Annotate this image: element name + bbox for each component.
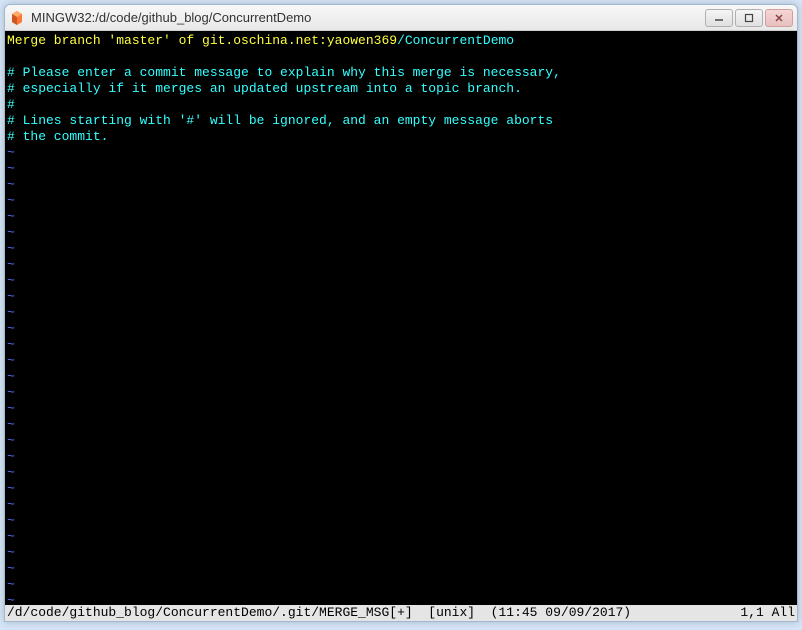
comment-line: # bbox=[7, 97, 795, 113]
tilde-line: ~ bbox=[7, 417, 795, 433]
blank-line bbox=[7, 49, 795, 65]
comment-line: # Please enter a commit message to expla… bbox=[7, 65, 795, 81]
tilde-line: ~ bbox=[7, 401, 795, 417]
tilde-line: ~ bbox=[7, 161, 795, 177]
close-icon bbox=[774, 13, 784, 23]
status-position: 1,1 All bbox=[740, 605, 795, 621]
tilde-line: ~ bbox=[7, 385, 795, 401]
tilde-line: ~ bbox=[7, 321, 795, 337]
terminal-window: MINGW32:/d/code/github_blog/ConcurrentDe… bbox=[4, 4, 798, 622]
merge-branch-path: /ConcurrentDemo bbox=[397, 33, 514, 49]
tilde-line: ~ bbox=[7, 577, 795, 593]
window-title: MINGW32:/d/code/github_blog/ConcurrentDe… bbox=[31, 10, 705, 25]
tilde-line: ~ bbox=[7, 561, 795, 577]
merge-branch-text: Merge branch 'master' of git.oschina.net… bbox=[7, 33, 397, 49]
tilde-line: ~ bbox=[7, 337, 795, 353]
terminal-body[interactable]: Merge branch 'master' of git.oschina.net… bbox=[5, 31, 797, 621]
empty-lines: ~~~~~~~~~~~~~~~~~~~~~~~~~~~~~~~~~ bbox=[7, 145, 795, 605]
tilde-line: ~ bbox=[7, 145, 795, 161]
editor-content[interactable]: Merge branch 'master' of git.oschina.net… bbox=[5, 31, 797, 605]
comment-line: # especially if it merges an updated ups… bbox=[7, 81, 795, 97]
tilde-line: ~ bbox=[7, 529, 795, 545]
tilde-line: ~ bbox=[7, 545, 795, 561]
comment-line: # the commit. bbox=[7, 129, 795, 145]
tilde-line: ~ bbox=[7, 433, 795, 449]
merge-message-line: Merge branch 'master' of git.oschina.net… bbox=[7, 33, 795, 49]
window-controls bbox=[705, 9, 793, 27]
tilde-line: ~ bbox=[7, 481, 795, 497]
tilde-line: ~ bbox=[7, 513, 795, 529]
tilde-line: ~ bbox=[7, 593, 795, 605]
tilde-line: ~ bbox=[7, 241, 795, 257]
status-spacer bbox=[631, 605, 740, 621]
status-file: /d/code/github_blog/ConcurrentDemo/.git/… bbox=[7, 605, 631, 621]
tilde-line: ~ bbox=[7, 225, 795, 241]
tilde-line: ~ bbox=[7, 465, 795, 481]
titlebar[interactable]: MINGW32:/d/code/github_blog/ConcurrentDe… bbox=[5, 5, 797, 31]
tilde-line: ~ bbox=[7, 353, 795, 369]
maximize-icon bbox=[744, 13, 754, 23]
tilde-line: ~ bbox=[7, 209, 795, 225]
tilde-line: ~ bbox=[7, 449, 795, 465]
tilde-line: ~ bbox=[7, 257, 795, 273]
vim-statusbar: /d/code/github_blog/ConcurrentDemo/.git/… bbox=[5, 605, 797, 621]
maximize-button[interactable] bbox=[735, 9, 763, 27]
minimize-icon bbox=[714, 13, 724, 23]
tilde-line: ~ bbox=[7, 305, 795, 321]
close-button[interactable] bbox=[765, 9, 793, 27]
app-icon bbox=[9, 10, 25, 26]
minimize-button[interactable] bbox=[705, 9, 733, 27]
tilde-line: ~ bbox=[7, 289, 795, 305]
tilde-line: ~ bbox=[7, 193, 795, 209]
tilde-line: ~ bbox=[7, 273, 795, 289]
comment-line: # Lines starting with '#' will be ignore… bbox=[7, 113, 795, 129]
tilde-line: ~ bbox=[7, 369, 795, 385]
tilde-line: ~ bbox=[7, 177, 795, 193]
tilde-line: ~ bbox=[7, 497, 795, 513]
